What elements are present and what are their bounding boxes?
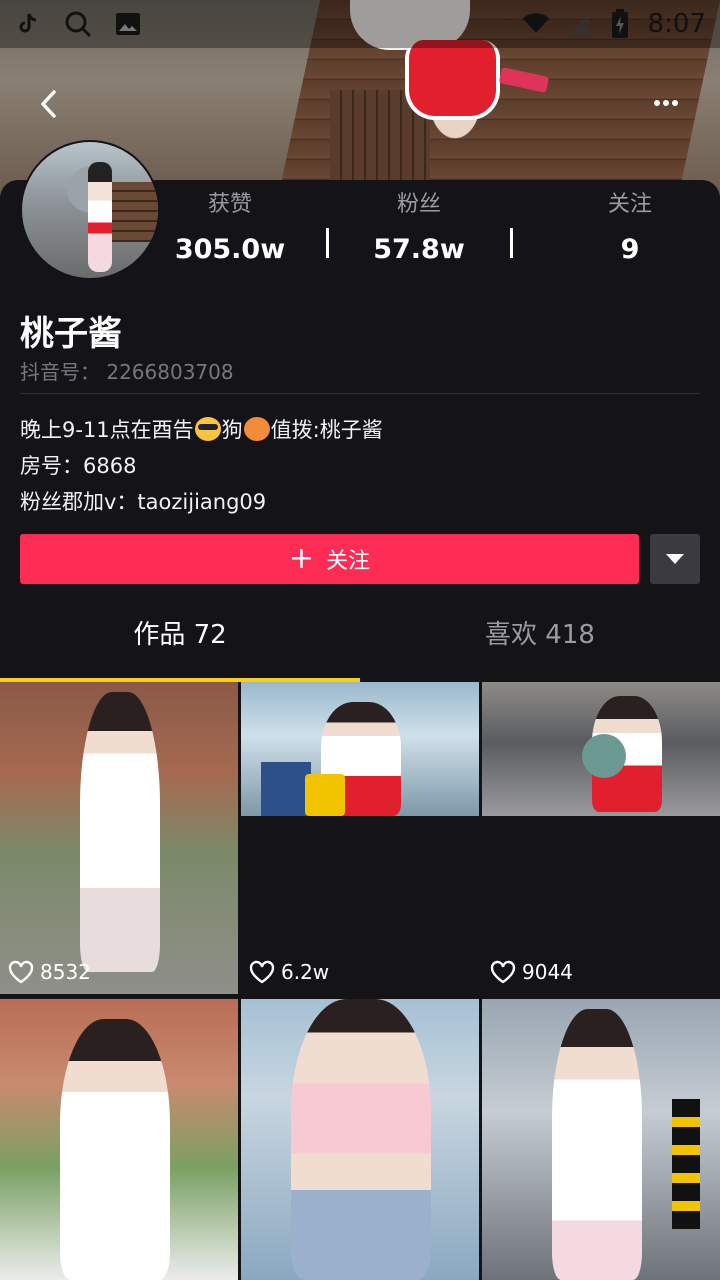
plus-icon: + xyxy=(288,541,315,576)
tab-works[interactable]: 作品 72 xyxy=(0,614,360,651)
image-icon xyxy=(114,10,142,38)
bio-text: 狗 xyxy=(221,418,243,442)
thumbnail-image xyxy=(0,999,238,1280)
stat-likes[interactable]: 获赞 305.0w xyxy=(160,190,300,265)
heart-icon xyxy=(249,960,275,984)
dog-emoji-icon xyxy=(243,417,270,441)
content-tabs: 作品 72 喜欢 418 xyxy=(0,600,720,680)
sunglasses-emoji-icon xyxy=(194,417,221,441)
profile-id: 抖音号： 2266803708 xyxy=(20,356,234,385)
thumbnail-figure xyxy=(60,1019,170,1280)
bio-line-3: 粉丝郡加v：taozijiang09 xyxy=(20,490,267,514)
bio-text: 值拨:桃子酱 xyxy=(270,418,383,442)
search-icon xyxy=(64,10,92,38)
bio-line-1: 晚上9-11点在酉告 狗 值拨:桃子酱 xyxy=(20,414,383,444)
stat-likes-label: 获赞 xyxy=(207,192,252,217)
video-grid: 8532 6.2w 9044 xyxy=(0,682,720,1280)
thumbnail-figure xyxy=(291,999,431,1280)
tiktok-icon xyxy=(14,10,42,38)
profile-id-value: 2266803708 xyxy=(106,360,234,384)
divider-line xyxy=(20,393,700,394)
bio-line-2: 房号：6868 xyxy=(20,454,137,478)
heart-icon xyxy=(8,960,34,984)
profile-stats: 获赞 305.0w 粉丝 57.8w 关注 9 xyxy=(160,190,720,270)
video-likes: 9044 xyxy=(490,960,573,984)
more-dots-icon xyxy=(654,100,678,106)
stat-following[interactable]: 关注 9 xyxy=(560,190,700,265)
cover-shorts xyxy=(405,40,500,120)
thumbnail-image xyxy=(482,682,720,816)
profile-name: 桃子酱 xyxy=(20,314,122,354)
thumbnail-image xyxy=(482,999,720,1280)
video-thumbnail[interactable] xyxy=(482,999,720,1280)
video-thumbnail[interactable] xyxy=(0,999,238,1280)
video-thumbnail[interactable]: 6.2w xyxy=(241,682,479,994)
thumbnail-bollard xyxy=(305,774,345,816)
clock: 8:07 xyxy=(647,9,706,39)
stat-followers[interactable]: 粉丝 57.8w xyxy=(349,190,489,265)
stat-likes-value: 305.0w xyxy=(174,234,286,265)
heart-icon xyxy=(490,960,516,984)
thumbnail-figure xyxy=(80,692,160,972)
stat-following-value: 9 xyxy=(620,234,640,265)
video-likes: 6.2w xyxy=(249,960,329,984)
back-button[interactable] xyxy=(28,84,68,124)
video-likes-count: 8532 xyxy=(40,960,91,984)
follow-button[interactable]: + 关注 xyxy=(20,534,639,584)
tab-likes[interactable]: 喜欢 418 xyxy=(360,614,720,651)
bio-text: 晚上9-11点在酉告 xyxy=(20,418,194,442)
thumbnail-bollard xyxy=(261,762,311,816)
thumbnail-figure xyxy=(552,1009,642,1280)
stat-followers-label: 粉丝 xyxy=(396,192,441,217)
stat-followers-value: 57.8w xyxy=(373,234,465,265)
follow-label: 关注 xyxy=(326,549,371,574)
thumbnail-image xyxy=(0,682,238,994)
video-likes: 8532 xyxy=(8,960,91,984)
thumbnail-bollard xyxy=(672,1099,700,1229)
thumbnail-image xyxy=(241,682,479,816)
chevron-left-icon xyxy=(41,90,56,118)
stat-divider xyxy=(326,228,329,258)
stat-following-label: 关注 xyxy=(607,192,652,217)
stat-divider xyxy=(510,228,513,258)
avatar-figure xyxy=(88,162,112,272)
video-thumbnail[interactable]: 8532 xyxy=(0,682,238,994)
caret-down-icon xyxy=(666,554,684,564)
video-likes-count: 9044 xyxy=(522,960,573,984)
video-likes-count: 6.2w xyxy=(281,960,330,984)
avatar[interactable] xyxy=(20,140,160,280)
video-thumbnail[interactable]: 9044 xyxy=(482,682,720,994)
more-button[interactable] xyxy=(646,88,686,118)
status-bar: 8:07 xyxy=(0,0,720,48)
thumbnail-image xyxy=(241,999,479,1280)
battery-icon xyxy=(606,9,634,38)
signal-icon xyxy=(564,10,592,38)
thumbnail-basketball xyxy=(582,734,626,778)
recommend-dropdown-button[interactable] xyxy=(650,534,700,584)
profile-id-label: 抖音号： xyxy=(20,360,100,384)
video-thumbnail[interactable] xyxy=(241,999,479,1280)
wifi-icon xyxy=(522,10,550,38)
